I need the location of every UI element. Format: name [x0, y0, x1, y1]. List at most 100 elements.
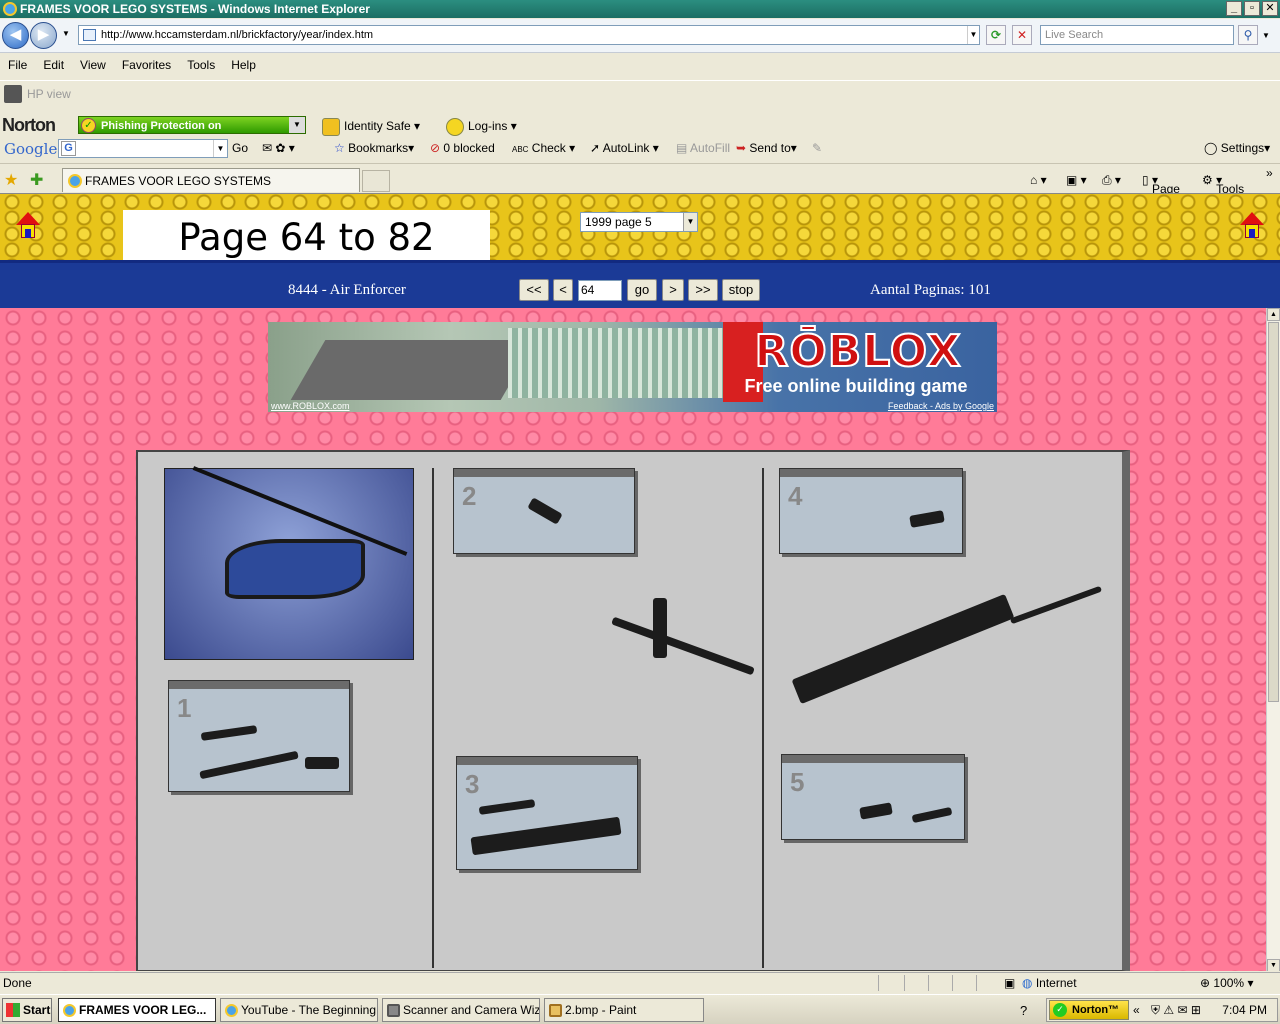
- page-icon: [83, 29, 96, 41]
- history-dropdown-icon[interactable]: ▼: [62, 29, 70, 38]
- clock: 7:04 PM: [1222, 1003, 1267, 1017]
- go-button[interactable]: go: [627, 279, 657, 301]
- last-page-button[interactable]: >>: [688, 279, 718, 301]
- identity-safe-button[interactable]: Identity Safe ▾: [322, 118, 420, 136]
- page-title: Page 64 to 82: [123, 210, 490, 265]
- ie-icon: [63, 1004, 76, 1017]
- url-dropdown-icon[interactable]: ▼: [967, 26, 979, 44]
- menu-favorites[interactable]: Favorites: [122, 54, 171, 76]
- menu-view[interactable]: View: [80, 54, 106, 76]
- hp-toolbar: HP view: [0, 80, 1280, 106]
- url-input[interactable]: http://www.hccamsterdam.nl/brickfactory/…: [78, 25, 980, 45]
- feeds-icon[interactable]: ▣ ▾: [1066, 173, 1087, 187]
- hp-view-icon[interactable]: [4, 85, 22, 103]
- spellcheck-icon: ABC: [512, 145, 529, 154]
- scroll-thumb[interactable]: [1268, 322, 1279, 702]
- autolink-button[interactable]: ➚ AutoLink ▾: [590, 141, 659, 155]
- address-bar: ◀ ▶ ▼ http://www.hccamsterdam.nl/brickfa…: [0, 19, 1280, 53]
- menu-help[interactable]: Help: [231, 54, 256, 76]
- task-scanner-wizard[interactable]: Scanner and Camera Wiz...: [382, 998, 540, 1022]
- step-box-4: 4: [779, 468, 963, 554]
- windows-logo-icon: [6, 1003, 20, 1017]
- zoom-level[interactable]: ⊕ 100% ▾: [1200, 973, 1253, 993]
- tray-icons[interactable]: ⛨ ⚠ ✉ ⊞: [1151, 1003, 1201, 1018]
- helicopter-photo: [164, 466, 414, 660]
- search-options-icon[interactable]: ▼: [1262, 31, 1270, 40]
- select-dropdown-icon[interactable]: ▼: [683, 213, 697, 231]
- popup-blocker-icon: ⊘: [430, 141, 441, 155]
- settings-icon: ◯: [1204, 141, 1218, 155]
- google-dropdown-icon[interactable]: ▼: [213, 140, 227, 157]
- phishing-dropdown-icon[interactable]: ▼: [289, 117, 305, 133]
- back-button[interactable]: ◀: [2, 22, 29, 49]
- home-icon[interactable]: ⌂ ▾: [1030, 173, 1047, 187]
- paint-icon: [549, 1004, 562, 1017]
- page-scrollbar[interactable]: ▲ ▼: [1266, 308, 1280, 971]
- phishing-protection-button[interactable]: ✓ Phishing Protection on ▼: [78, 116, 306, 134]
- task-youtube[interactable]: YouTube - The Beginning...: [220, 998, 378, 1022]
- stop-button[interactable]: ✕: [1012, 25, 1032, 45]
- sendto-button[interactable]: ➥ Send to▾: [736, 141, 797, 155]
- search-icon[interactable]: ⚲: [1238, 25, 1258, 45]
- web-page: Page 64 to 82 1999 page 5 ▼ 8444 - Air E…: [0, 193, 1280, 971]
- spellcheck-button[interactable]: ABC Check ▾: [512, 141, 575, 155]
- start-button[interactable]: Start: [2, 998, 52, 1022]
- pencil-icon[interactable]: ✎: [812, 141, 822, 155]
- autofill-icon: ▤: [676, 141, 688, 155]
- step-box-2: 2: [453, 468, 635, 554]
- new-tab-button[interactable]: [362, 170, 390, 192]
- internet-zone: ◍ Internet: [1022, 976, 1077, 990]
- zoom-icon: ⊕: [1200, 976, 1211, 990]
- menu-file[interactable]: File: [8, 54, 27, 76]
- check-icon: ✓: [81, 118, 96, 133]
- refresh-button[interactable]: ⟳: [986, 25, 1006, 45]
- tray-norton-button[interactable]: ✓ Norton™: [1049, 1000, 1129, 1020]
- page-number-input[interactable]: 64: [578, 280, 622, 301]
- google-extra-icons[interactable]: ✉ ✿ ▾: [262, 141, 295, 155]
- set-name: 8444 - Air Enforcer: [288, 282, 406, 298]
- ad-link-roblox[interactable]: www.ROBLOX.com: [271, 401, 350, 411]
- close-button[interactable]: ✕: [1262, 1, 1278, 16]
- menu-edit[interactable]: Edit: [43, 54, 64, 76]
- minimize-button[interactable]: _: [1226, 1, 1242, 16]
- tools-menu-button[interactable]: ⚙ Tools ▾: [1202, 173, 1244, 196]
- hp-view-label[interactable]: HP view: [27, 87, 71, 101]
- tab-frames-voor-lego[interactable]: FRAMES VOOR LEGO SYSTEMS: [62, 168, 360, 192]
- search-input[interactable]: Live Search: [1040, 25, 1234, 45]
- page-menu-button[interactable]: ▯ Page ▾: [1142, 173, 1180, 196]
- maximize-button[interactable]: ▫: [1244, 1, 1260, 16]
- home-house-icon-left[interactable]: [16, 212, 40, 242]
- menu-tools[interactable]: Tools: [187, 54, 215, 76]
- roblox-ad-banner[interactable]: RŌBLOX Free online building game www.ROB…: [268, 322, 997, 412]
- google-search-input[interactable]: G ▼: [58, 139, 228, 158]
- next-page-button[interactable]: >: [662, 279, 684, 301]
- help-icon[interactable]: ?: [1020, 1003, 1027, 1018]
- autolink-icon: ➚: [590, 141, 601, 155]
- tab-ie-icon: [68, 174, 82, 188]
- tray-expand-icon[interactable]: «: [1133, 1003, 1140, 1017]
- scroll-down-icon[interactable]: ▼: [1267, 959, 1280, 971]
- ad-feedback-link[interactable]: Feedback - Ads by Google: [888, 401, 994, 411]
- print-icon[interactable]: ⎙ ▾: [1102, 173, 1121, 188]
- prev-page-button[interactable]: <: [553, 279, 573, 301]
- first-page-button[interactable]: <<: [519, 279, 549, 301]
- home-house-icon-right[interactable]: [1240, 212, 1264, 242]
- settings-button[interactable]: ◯ Settings▾: [1204, 141, 1270, 155]
- roblox-logo: RŌBLOX: [753, 325, 962, 378]
- year-page-select[interactable]: 1999 page 5 ▼: [580, 212, 698, 232]
- add-favorite-icon[interactable]: ✚: [30, 170, 43, 190]
- task-paint[interactable]: 2.bmp - Paint: [544, 998, 704, 1022]
- autofill-button[interactable]: ▤ AutoFill: [676, 141, 730, 155]
- more-chevron-icon[interactable]: »: [1266, 166, 1273, 180]
- favorites-star-icon[interactable]: ★: [4, 170, 18, 190]
- forward-button[interactable]: ▶: [30, 22, 57, 49]
- ie-icon: [3, 2, 17, 16]
- protected-mode-icon: ▣: [1004, 976, 1016, 990]
- popup-blocked-button[interactable]: ⊘ 0 blocked: [430, 141, 495, 155]
- stop-slideshow-button[interactable]: stop: [722, 279, 760, 301]
- logins-button[interactable]: Log-ins ▾: [446, 118, 517, 136]
- google-go-button[interactable]: Go: [232, 141, 248, 155]
- scroll-up-icon[interactable]: ▲: [1267, 308, 1280, 321]
- bookmarks-button[interactable]: ☆ Bookmarks▾: [334, 141, 414, 155]
- task-frames-voor-lego[interactable]: FRAMES VOOR LEG...: [58, 998, 216, 1022]
